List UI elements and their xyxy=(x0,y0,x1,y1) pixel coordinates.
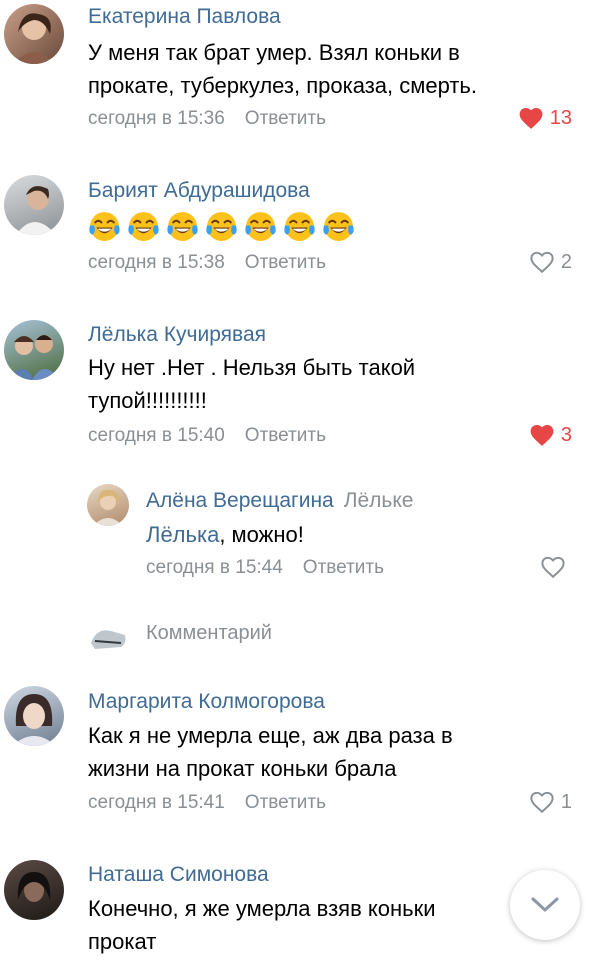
comment-time: сегодня в 15:38 xyxy=(88,252,225,273)
avatar[interactable] xyxy=(4,4,64,64)
avatar[interactable] xyxy=(4,686,64,746)
like-count: 1 xyxy=(560,790,572,813)
avatar[interactable] xyxy=(4,175,64,235)
comment-time: сегодня в 15:36 xyxy=(88,108,225,129)
heart-outline-icon xyxy=(541,556,565,579)
avatar-photo xyxy=(93,489,123,526)
reply-button[interactable]: Ответить xyxy=(303,557,384,578)
like-count: 2 xyxy=(560,250,572,273)
avatar-photo xyxy=(17,872,51,902)
heart-outline-icon xyxy=(530,251,554,274)
comment-meta: сегодня в 15:44 Ответить xyxy=(146,557,384,579)
comment-text: Лёлька, можно! xyxy=(146,518,600,551)
tears-of-joy-emoji-icon xyxy=(128,212,159,241)
comment-text-line: прокат xyxy=(88,929,157,954)
like-count: 3 xyxy=(560,423,572,446)
comment-text-line: прокате, туберкулез, проказа, смерть. xyxy=(88,73,478,98)
comment-meta: сегодня в 15:40 Ответить xyxy=(88,425,326,447)
avatar-photo xyxy=(87,613,129,655)
like-button[interactable]: 3 xyxy=(529,423,572,447)
comment-author[interactable]: Екатерина Павлова xyxy=(88,5,281,29)
heart-icon xyxy=(530,425,554,446)
avatar[interactable] xyxy=(4,860,64,920)
chevron-down-icon xyxy=(531,897,559,912)
tears-of-joy-emoji-icon xyxy=(245,212,276,241)
reply-button[interactable]: Ответить xyxy=(245,252,326,273)
comment-meta: сегодня в 15:36 Ответить xyxy=(88,108,326,130)
comment-text: Конечно, я же умерла взяв коньки прокат xyxy=(88,892,558,958)
reply-button[interactable]: Ответить xyxy=(245,108,326,129)
tears-of-joy-emoji-icon xyxy=(284,212,315,241)
comment-author[interactable]: Маргарита Колмогорова xyxy=(88,690,325,714)
comment-emoji-row xyxy=(88,210,355,243)
like-button[interactable]: 2 xyxy=(529,250,572,274)
comment-text: У меня так брат умер. Взял коньки в прок… xyxy=(88,36,558,102)
avatar-photo xyxy=(12,694,56,746)
reply-button[interactable]: Ответить xyxy=(245,425,326,446)
avatar[interactable] xyxy=(4,320,64,380)
comment-text: Как я не умерла еще, аж два раза в жизни… xyxy=(88,719,558,785)
comment-author-name[interactable]: Алёна Верещагина xyxy=(146,489,334,512)
like-button[interactable]: 1 xyxy=(529,790,572,814)
heart-outline-icon xyxy=(530,791,554,814)
avatar-photo xyxy=(14,13,54,64)
like-button[interactable] xyxy=(540,555,572,579)
avatar[interactable] xyxy=(87,484,129,526)
comment-text-line: У меня так брат умер. Взял коньки в xyxy=(88,40,460,65)
tears-of-joy-emoji-icon xyxy=(89,212,120,241)
comment-author: Алёна Верещагина Лёльке xyxy=(146,489,413,513)
reply-button[interactable]: Ответить xyxy=(245,792,326,813)
like-button[interactable]: 13 xyxy=(518,106,572,130)
comment-author[interactable]: Лёлька Кучирявая xyxy=(88,323,266,347)
mention-link[interactable]: Лёлька xyxy=(146,522,219,547)
heart-icon xyxy=(519,108,543,129)
comment-text-line: Ну нет .Нет . Нельзя быть такой xyxy=(88,355,416,380)
comment-text-rest: , можно! xyxy=(219,522,304,547)
comment-time: сегодня в 15:44 xyxy=(146,557,283,578)
like-count: 13 xyxy=(549,106,572,129)
tears-of-joy-emoji-icon xyxy=(167,212,198,241)
tears-of-joy-emoji-icon xyxy=(323,212,354,241)
avatar-photo xyxy=(8,335,60,380)
comment-text: Ну нет .Нет . Нельзя быть такой тупой!!!… xyxy=(88,351,558,417)
composer-avatar xyxy=(87,613,129,655)
comment-text-line: жизни на прокат коньки брала xyxy=(88,756,397,781)
comment-text-line: Конечно, я же умерла взяв коньки xyxy=(88,896,436,921)
comment-input[interactable]: Комментарий xyxy=(146,622,272,645)
scroll-down-button[interactable] xyxy=(510,870,580,940)
comment-text-line: Как я не умерла еще, аж два раза в xyxy=(88,723,453,748)
comment-meta: сегодня в 15:38 Ответить xyxy=(88,252,326,274)
comment-time: сегодня в 15:40 xyxy=(88,425,225,446)
avatar-photo xyxy=(16,186,56,235)
tears-of-joy-emoji-icon xyxy=(206,212,237,241)
reply-to-label[interactable]: Лёльке xyxy=(344,489,414,512)
comment-text-line: тупой!!!!!!!!!! xyxy=(88,388,207,413)
comment-meta: сегодня в 15:41 Ответить xyxy=(88,792,326,814)
comment-author[interactable]: Барият Абдурашидова xyxy=(88,179,310,203)
comment-time: сегодня в 15:41 xyxy=(88,792,225,813)
comment-author[interactable]: Наташа Симонова xyxy=(88,863,269,887)
